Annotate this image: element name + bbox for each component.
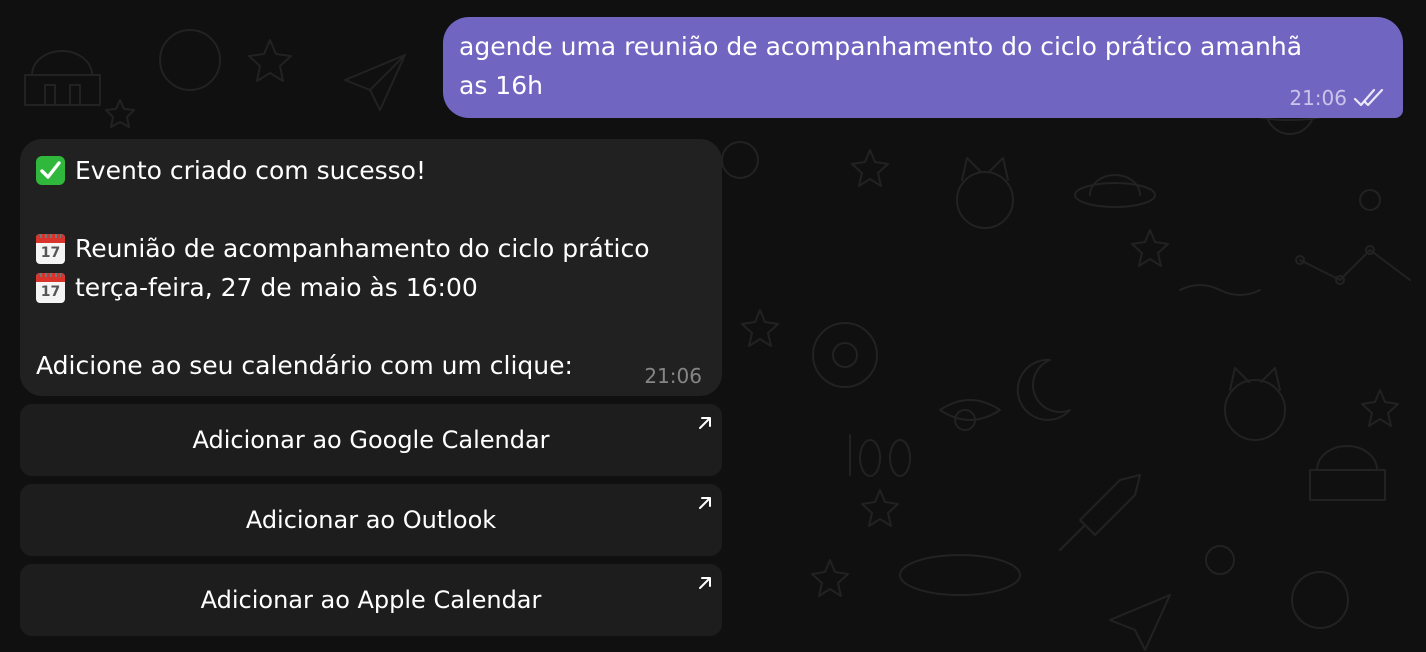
button-label: Adicionar ao Outlook [245,506,497,534]
add-outlook-button[interactable]: Adicionar ao Outlook [20,484,722,556]
outgoing-message-bubble[interactable]: agende uma reunião de acompanhamento do … [443,17,1403,118]
incoming-message-bubble[interactable]: Evento criado com sucesso! 17 Reunião de… [20,139,722,396]
success-text: Evento criado com sucesso! [75,156,426,185]
outgoing-message-time: 21:06 [1289,86,1347,110]
success-line: Evento criado com sucesso! [36,151,706,190]
add-apple-calendar-button[interactable]: Adicionar ao Apple Calendar [20,564,722,636]
check-mark-button-icon [36,156,65,185]
outgoing-message-meta: 21:06 [1289,86,1387,110]
event-date-line: 17 terça-feira, 27 de maio às 16:00 [36,268,706,307]
tear-off-calendar-icon: 17 [36,272,65,303]
external-link-arrow-icon [699,577,711,589]
calendar-icon: 17 [36,233,65,264]
button-label: Adicionar ao Google Calendar [192,426,550,454]
prompt-text: Adicione ao seu calendário com um clique… [36,351,573,380]
button-label: Adicionar ao Apple Calendar [200,586,542,614]
event-title-line: 17 Reunião de acompanhamento do ciclo pr… [36,229,706,268]
chat-view: agende uma reunião de acompanhamento do … [0,0,1426,652]
external-link-arrow-icon [699,497,711,509]
incoming-message-time: 21:06 [644,364,702,388]
event-date-text: terça-feira, 27 de maio às 16:00 [75,273,478,302]
add-google-calendar-button[interactable]: Adicionar ao Google Calendar [20,404,722,476]
prompt-line: Adicione ao seu calendário com um clique… [36,346,706,385]
event-title-text: Reunião de acompanhamento do ciclo práti… [75,234,650,263]
double-check-icon [1353,88,1384,107]
outgoing-message-text: agende uma reunião de acompanhamento do … [459,32,1303,100]
external-link-arrow-icon [699,417,711,429]
